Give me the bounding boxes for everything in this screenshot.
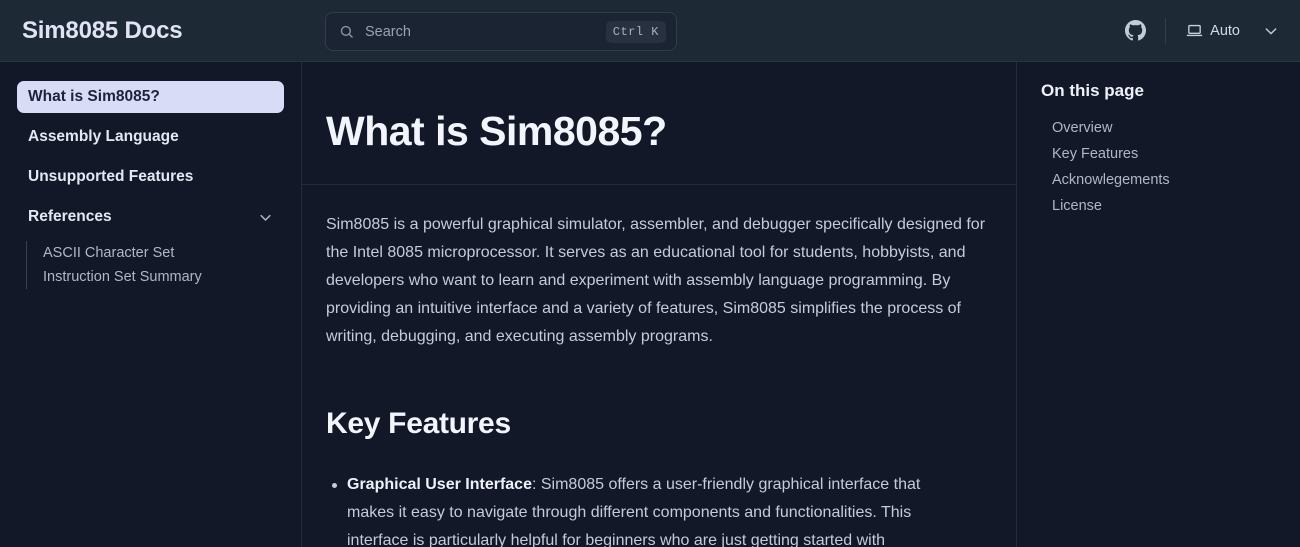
sidebar-item-references[interactable]: References [17,201,284,233]
feature-term: Graphical User Interface [347,476,532,494]
page-layout: What is Sim8085? Assembly Language Unsup… [0,62,1300,547]
toc-title: On this page [1041,81,1144,100]
sidebar-subitem-instruction-set-summary[interactable]: Instruction Set Summary [27,265,284,289]
sidebar-item-assembly-language[interactable]: Assembly Language [17,121,284,153]
intro-paragraph: Sim8085 is a powerful graphical simulato… [326,216,986,346]
sidebar-item-label: References [28,208,112,225]
laptop-icon [1186,24,1203,37]
search-shortcut-badge: Ctrl K [605,20,666,43]
sidebar-item-label: What is Sim8085? [28,88,160,105]
search-icon [340,25,353,38]
sidebar-item-label: Assembly Language [28,128,179,145]
search-input[interactable]: Search Ctrl K [325,12,677,51]
search-container: Search Ctrl K [325,12,677,51]
toc-item-acknowlegements[interactable]: Acknowlegements [1041,167,1280,193]
key-features-list: Graphical User Interface: Sim8085 offers… [326,471,992,547]
github-icon [1124,20,1146,41]
sidebar-subitem-ascii-character-set[interactable]: ASCII Character Set [27,241,284,265]
page-title: What is Sim8085? [326,108,667,154]
page-title-block: What is Sim8085? [302,62,1016,186]
toc-item-overview[interactable]: Overview [1041,115,1280,141]
sidebar-item-label: Unsupported Features [28,168,194,185]
sidebar-nav: What is Sim8085? Assembly Language Unsup… [0,62,302,547]
theme-label: Auto [1210,22,1240,39]
github-link[interactable] [1119,15,1151,47]
theme-selector[interactable]: Auto [1180,17,1246,44]
section-heading-key-features: Key Features [326,407,511,441]
theme-dropdown-toggle[interactable] [1258,18,1284,44]
header-divider [1165,17,1167,44]
header-actions: Auto [1119,0,1284,61]
sidebar-item-unsupported-features[interactable]: Unsupported Features [17,161,284,193]
toc-item-license[interactable]: License [1041,193,1280,219]
main-content: What is Sim8085? Sim8085 is a powerful g… [302,62,1016,547]
search-placeholder: Search [365,23,411,40]
list-item: Graphical User Interface: Sim8085 offers… [332,471,957,547]
toc-item-key-features[interactable]: Key Features [1041,141,1280,167]
chevron-down-icon [1265,27,1277,34]
sidebar-subnav-references: ASCII Character Set Instruction Set Summ… [26,241,284,289]
feature-separator: : [531,476,541,494]
brand-title: Sim8085 Docs [22,16,183,44]
chevron-down-icon[interactable] [258,210,273,225]
sidebar-item-what-is-sim8085[interactable]: What is Sim8085? [17,81,284,113]
app-header: Sim8085 Docs Search Ctrl K Auto [0,0,1300,62]
article-body: Sim8085 is a powerful graphical simulato… [302,185,1016,547]
table-of-contents: On this page Overview Key Features Ackno… [1016,62,1300,547]
